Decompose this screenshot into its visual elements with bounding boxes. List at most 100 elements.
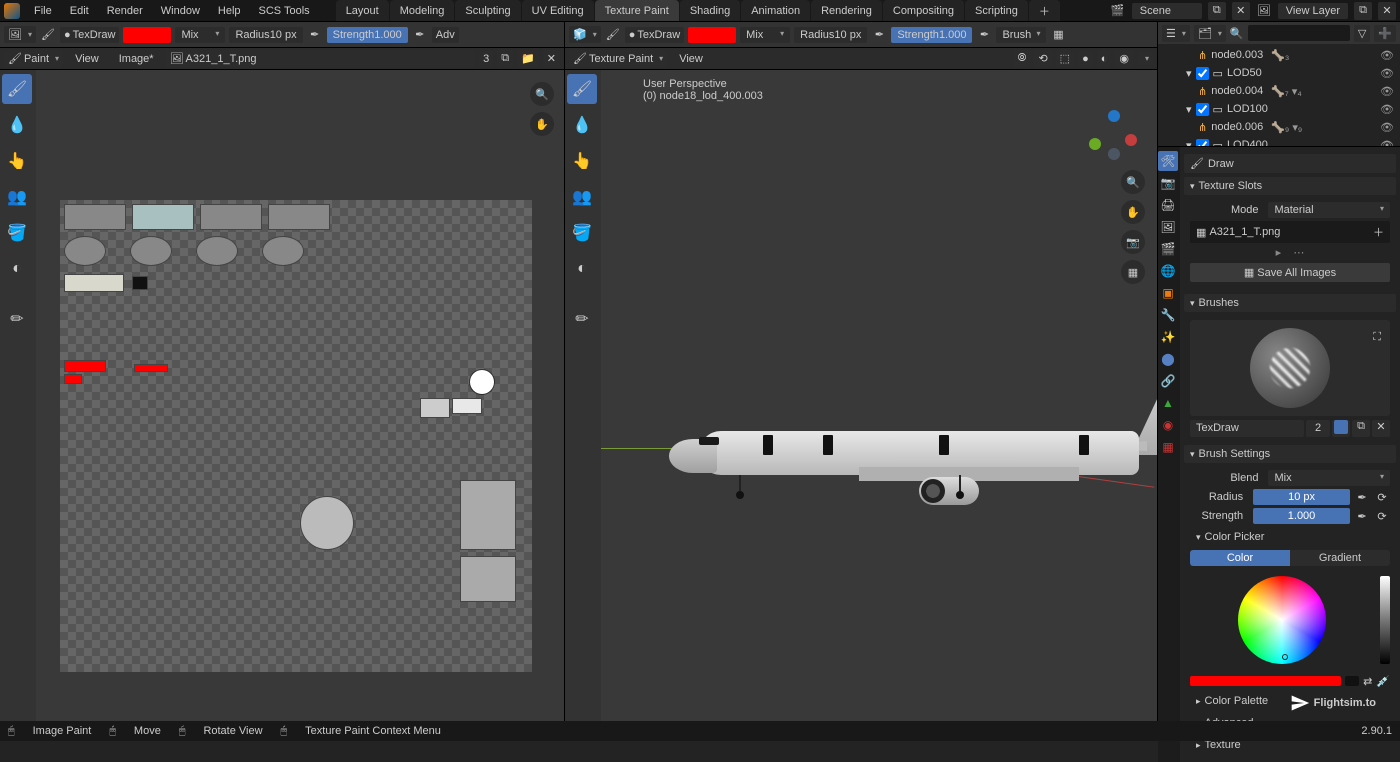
ptab-particles[interactable]: ✨ (1158, 327, 1178, 347)
blend-mode-select[interactable]: Mix (740, 27, 790, 43)
tool-smear[interactable]: 👆 (567, 146, 597, 176)
save-all-images-button[interactable]: ▦ Save All Images (1190, 263, 1390, 282)
tab-modeling[interactable]: Modeling (390, 0, 455, 21)
ptab-scene[interactable]: 🎬 (1158, 239, 1178, 259)
ptab-mesh[interactable]: ▲ (1158, 393, 1178, 413)
perspective-toggle-icon[interactable]: ▦ (1121, 260, 1145, 284)
outliner-item[interactable]: ▾▭LOD50👁 (1158, 64, 1400, 82)
radius-unit-toggle[interactable]: ⟳ (1374, 489, 1390, 505)
tab-layout[interactable]: Layout (336, 0, 389, 21)
tool-draw[interactable]: 🖌 (2, 74, 32, 104)
menu-render[interactable]: Render (99, 3, 151, 19)
menu-help[interactable]: Help (210, 3, 249, 19)
subpanel-color-picker[interactable]: Color Picker (1190, 528, 1390, 546)
tab-uvediting[interactable]: UV Editing (522, 0, 594, 21)
properties-body[interactable]: 🖌 Draw Texture Slots Mode Material ▦ A32… (1180, 147, 1400, 762)
color-mode-color[interactable]: Color (1190, 550, 1290, 566)
tool-mask[interactable]: ◐ (567, 254, 597, 284)
scene-name-field[interactable]: Scene (1132, 3, 1202, 19)
radius-field[interactable]: Radius 10 px (229, 27, 302, 43)
visibility-toggle[interactable]: 👁 (1380, 103, 1394, 116)
mode-dropdown[interactable]: 🖌 Paint (4, 50, 63, 67)
visibility-toggle[interactable]: 👁 (1380, 67, 1394, 80)
pan-icon[interactable]: ✋ (530, 112, 554, 136)
color-mode-gradient[interactable]: Gradient (1290, 550, 1390, 566)
visibility-toggle[interactable]: 👁 (1380, 49, 1394, 62)
brush-datablock[interactable]: ● TexDraw (60, 27, 119, 43)
outliner-search[interactable] (1248, 25, 1350, 41)
collection-checkbox[interactable] (1196, 103, 1209, 116)
strength-invert-icon[interactable]: ⟳ (1374, 508, 1390, 524)
secondary-color[interactable] (1345, 676, 1359, 686)
submenu-image[interactable]: Image* (111, 51, 162, 67)
submenu-view[interactable]: View (67, 51, 107, 67)
color-mode-toggle[interactable]: Color Gradient (1190, 550, 1390, 566)
shading-solid[interactable]: ● (1078, 51, 1093, 67)
image-users[interactable]: 3 (479, 51, 493, 67)
brush-datablock[interactable]: ● TexDraw (625, 27, 684, 43)
shading-popover[interactable] (1137, 52, 1153, 65)
brush-preview-expand[interactable]: ⛶ (1370, 330, 1384, 345)
strength-field[interactable]: 1.000 (1253, 508, 1350, 524)
value-slider[interactable] (1380, 576, 1390, 664)
outliner-tree[interactable]: ⋔node0.003🦴₃👁 ▾▭LOD50👁 ⋔node0.004🦴₇ ▾₄👁 … (1158, 44, 1400, 146)
blend-mode-select[interactable]: Mix (175, 27, 225, 43)
ptab-output[interactable]: 🖨 (1158, 195, 1178, 215)
strength-field[interactable]: Strength 1.000 (891, 27, 972, 43)
collection-checkbox[interactable] (1196, 67, 1209, 80)
eyedropper-icon[interactable]: 💉 (1376, 675, 1390, 688)
outliner-item[interactable]: ▾▭LOD400👁 (1158, 136, 1400, 146)
tool-fill[interactable]: 🪣 (567, 218, 597, 248)
brush-users[interactable]: 2 (1306, 420, 1330, 437)
texture-popover-icon[interactable]: ▦ (1050, 27, 1066, 43)
display-mode-dropdown[interactable]: 🗂 (1194, 25, 1226, 42)
tab-animation[interactable]: Animation (741, 0, 810, 21)
scene-new-button[interactable]: ⧉ (1208, 2, 1226, 20)
tab-shading[interactable]: Shading (680, 0, 740, 21)
brush-preview[interactable]: ⛶ (1190, 320, 1390, 416)
ptab-physics[interactable]: ⬤ (1158, 349, 1178, 369)
ptab-world[interactable]: 🌐 (1158, 261, 1178, 281)
mode-dropdown[interactable]: 🖌 Texture Paint (569, 50, 667, 67)
shading-wireframe[interactable]: ⬚ (1056, 50, 1074, 67)
ptab-material[interactable]: ◉ (1158, 415, 1178, 435)
tool-smear[interactable]: 👆 (2, 146, 32, 176)
radius-field[interactable]: Radius 10 px (794, 27, 867, 43)
ptab-render[interactable]: 📷 (1158, 173, 1178, 193)
image-canvas[interactable]: 🔍 ✋ (36, 70, 564, 721)
radius-field[interactable]: 10 px (1253, 489, 1350, 505)
menu-scstools[interactable]: SCS Tools (251, 3, 318, 19)
image-new-button[interactable]: ⧉ (497, 50, 513, 67)
editor-type-dropdown[interactable]: 🧊 (569, 26, 601, 43)
strength-pressure-icon[interactable]: ✒ (1354, 508, 1370, 524)
image-open-button[interactable]: 📁 (517, 50, 539, 67)
tool-clone[interactable]: 👥 (567, 182, 597, 212)
brush-popover[interactable]: Brush (996, 27, 1046, 43)
swap-colors-icon[interactable]: ⇄ (1363, 675, 1372, 688)
tool-draw[interactable]: 🖌 (567, 74, 597, 104)
disclosure-icon[interactable]: ▾ (1186, 103, 1192, 116)
gizmo-toggle[interactable]: ⟲ (1034, 50, 1051, 67)
disclosure-icon[interactable]: ▾ (1186, 67, 1192, 80)
shading-matprev[interactable]: ◐ (1097, 51, 1112, 67)
panel-texture-slots[interactable]: Texture Slots (1184, 177, 1396, 195)
panel-brushes[interactable]: Brushes (1184, 294, 1396, 312)
brush-color-swatch[interactable] (688, 27, 736, 43)
strength-pressure-icon[interactable]: ✒ (976, 27, 992, 43)
submenu-view[interactable]: View (671, 51, 711, 67)
tool-soften[interactable]: 💧 (2, 110, 32, 140)
disclosure-icon[interactable]: ▾ (1186, 139, 1192, 147)
overlays-toggle[interactable]: ⦾ (1014, 50, 1031, 67)
radius-pressure-icon[interactable]: ✒ (871, 27, 887, 43)
viewlayer-new-button[interactable]: ⧉ (1354, 2, 1372, 20)
tool-annotate[interactable]: ✏ (567, 304, 597, 334)
tab-texturepaint[interactable]: Texture Paint (595, 0, 679, 21)
panel-brush-settings[interactable]: Brush Settings (1184, 445, 1396, 463)
tool-clone[interactable]: 👥 (2, 182, 32, 212)
image-unlink-button[interactable]: ✕ (543, 50, 560, 67)
filter-button[interactable]: ▽ (1354, 25, 1370, 42)
tab-compositing[interactable]: Compositing (883, 0, 964, 21)
outliner-item[interactable]: ⋔node0.004🦴₇ ▾₄👁 (1158, 82, 1400, 100)
outliner-item[interactable]: ▾▭LOD100👁 (1158, 100, 1400, 118)
brush-new-button[interactable]: ⧉ (1352, 420, 1370, 437)
